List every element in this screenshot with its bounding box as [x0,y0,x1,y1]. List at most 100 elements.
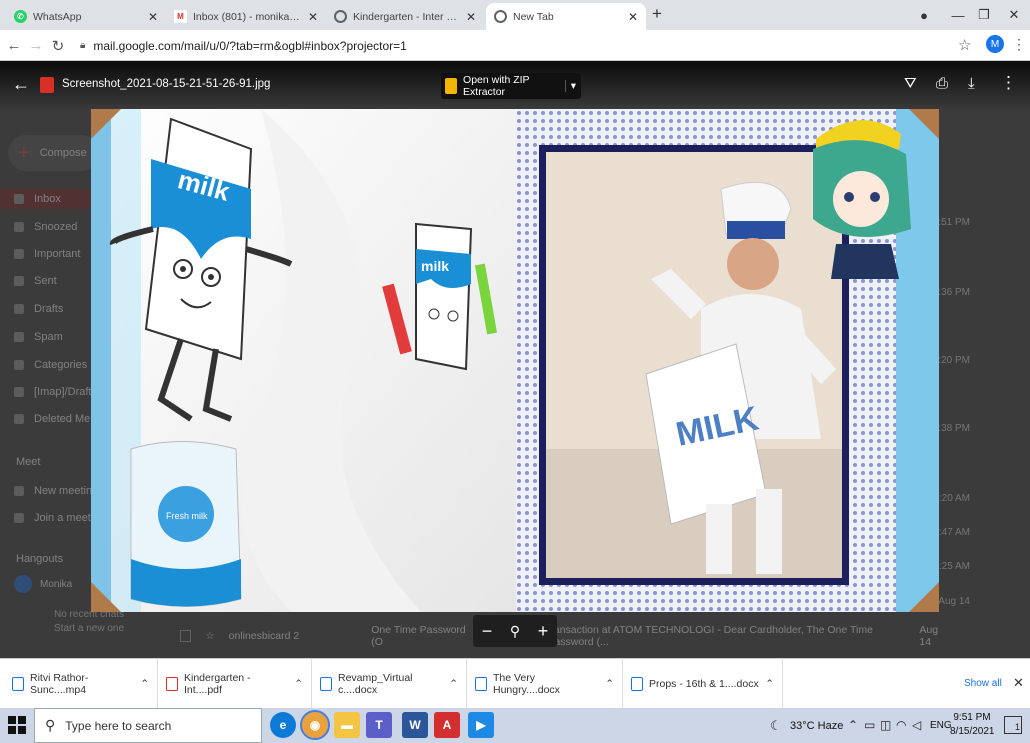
url-text: mail.google.com/mail/u/0/?tab=rm&ogbl#in… [93,38,407,53]
docx-file-icon [475,677,487,691]
tab-new-tab[interactable]: New Tab ✕ [486,3,646,30]
download-item[interactable]: Kindergarten - Int....pdf ⌃ [158,659,312,709]
lock-icon: 🔒︎ [80,40,86,51]
folder-inbox[interactable]: Inbox [14,189,61,209]
docx-file-icon [631,677,643,691]
weather-moon-icon: ☾ [770,718,782,733]
chevron-up-icon[interactable]: ⌃ [605,678,614,690]
language-indicator[interactable]: ENG [930,720,952,731]
folder-label: Snoozed [34,221,78,233]
profile-avatar[interactable]: M [986,35,1004,53]
profile-menu-icon[interactable]: ● [906,0,942,30]
search-icon: ⚲ [45,717,56,733]
menu-kebab-icon[interactable]: ⋮ [1012,36,1026,53]
folder-imap-drafts[interactable]: [Imap]/Drafts [14,382,97,402]
chevron-up-icon[interactable]: ⌃ [449,678,458,690]
edge-icon[interactable]: e [270,712,296,738]
hangouts-user[interactable]: Monika [14,575,72,593]
chevron-up-icon[interactable]: ⌃ [765,678,774,690]
checkbox[interactable] [180,630,192,642]
volume-icon[interactable]: ◁ [912,718,921,732]
close-tab-icon[interactable]: ✕ [308,10,318,24]
folder-label: Deleted Me [34,413,91,425]
reload-icon[interactable]: ↻ [46,30,70,61]
folder-snoozed[interactable]: Snoozed [14,217,77,237]
windows-taskbar: ⚲ Type here to search e ◉ ▬ T W A ▶ ☾ 33… [0,708,1030,743]
chrome-icon[interactable]: ◉ [300,710,330,740]
tab-kindergarten[interactable]: Kindergarten - Inter School Event ✕ [326,3,484,30]
window-close-icon[interactable]: ✕ [996,0,1030,30]
notification-center-icon[interactable]: 1 [1004,716,1022,734]
folder-categories[interactable]: Categories [14,355,87,375]
media-player-icon[interactable]: ▶ [468,712,494,738]
acrobat-icon[interactable]: A [434,712,460,738]
tab-whatsapp[interactable]: ✆ WhatsApp ✕ [6,3,166,30]
mail-row[interactable]: ☆ onlinesbicard 2 One Time Password (O t… [180,623,1020,649]
folder-important[interactable]: Important [14,244,80,264]
chevron-up-icon[interactable]: ⌃ [294,678,303,690]
folder-spam[interactable]: Spam [14,327,63,347]
viewer-header: ← Screenshot_2021-08-15-21-51-26-91.jpg … [0,61,1030,111]
folder-label: [Imap]/Drafts [34,386,97,398]
download-item[interactable]: Revamp_Virtual c....docx ⌃ [312,659,467,709]
chevron-up-icon[interactable]: ⌃ [140,678,149,690]
back-arrow-icon[interactable]: ← [12,74,30,95]
weather-text[interactable]: 33°C Haze [790,720,843,732]
word-icon[interactable]: W [402,712,428,738]
wifi-icon[interactable]: ◠ [896,718,906,732]
taskbar-search[interactable]: ⚲ Type here to search [34,708,262,743]
print-icon[interactable]: ⎙ [936,75,948,92]
zoom-in-button[interactable]: + [538,621,549,642]
battery-icon[interactable]: ▭ [864,718,875,732]
zoom-icon[interactable]: ⚲ [510,623,520,640]
folder-sent[interactable]: Sent [14,271,57,291]
chrome-icon [494,10,507,23]
video-file-icon [12,677,24,691]
start-new-chat[interactable]: Start a new one [54,623,124,634]
file-explorer-icon[interactable]: ▬ [334,712,360,738]
compose-button[interactable]: + Compose [8,135,100,171]
address-bar: ← → ↻ 🔒︎ mail.google.com/mail/u/0/?tab=r… [0,30,1030,61]
milk-collage: milk milk Fresh milk MILK [91,109,939,612]
carton-label: milk [421,258,449,274]
star-icon[interactable]: ☆ [205,630,214,642]
folder-drafts[interactable]: Drafts [14,299,63,319]
chevron-down-icon[interactable]: ▾ [564,80,581,92]
add-to-drive-icon[interactable]: ⛛ [904,75,917,92]
open-with-label: Open with ZIP Extractor [463,74,530,98]
new-meeting[interactable]: New meeting [14,481,98,501]
new-tab-plus-icon[interactable]: + [652,4,662,24]
download-item[interactable]: The Very Hungry....docx ⌃ [467,659,623,709]
tray-chevron-icon[interactable]: ⌃ [848,718,858,732]
folder-deleted[interactable]: Deleted Me [14,409,90,429]
download-item[interactable]: Props - 16th & 1....docx ⌃ [623,659,783,709]
avatar [14,575,32,593]
mail-date: Aug 14 [919,624,939,648]
hangouts-header: Hangouts [16,553,64,565]
omnibox[interactable]: 🔒︎ mail.google.com/mail/u/0/?tab=rm&ogbl… [72,34,992,57]
pack-label: Fresh milk [166,511,208,521]
download-item[interactable]: Ritvi Rathor-Sunc....mp4 ⌃ [4,659,158,709]
forward-icon[interactable]: → [24,30,48,61]
close-downloads-icon[interactable]: ✕ [1013,675,1024,691]
more-options-icon[interactable]: ⋮ [1000,73,1017,93]
download-icon[interactable]: ⤓ [968,75,975,92]
close-tab-icon[interactable]: ✕ [148,10,158,24]
close-tab-icon[interactable]: ✕ [628,10,638,24]
windows-start-icon[interactable] [8,716,26,734]
tab-title: Inbox (801) - monikasarna83@g [193,10,302,23]
meet-label: New meeting [34,485,99,497]
teams-icon[interactable]: T [366,712,392,738]
clock[interactable]: 9:51 PM 8/15/2021 [950,711,995,739]
back-icon[interactable]: ← [2,30,26,61]
close-tab-icon[interactable]: ✕ [466,10,476,24]
zoom-controls: − ⚲ + [473,615,557,647]
show-all-link[interactable]: Show all [964,678,1002,689]
meet-header: Meet [16,456,41,468]
bookmark-star-icon[interactable]: ☆ [958,36,971,54]
network-icon[interactable]: ◫ [880,718,891,732]
zoom-out-button[interactable]: − [482,621,493,642]
open-with-button[interactable]: Open with ZIP Extractor ▾ [441,73,581,99]
attachment-image: milk milk Fresh milk MILK [91,109,939,612]
tab-gmail[interactable]: M Inbox (801) - monikasarna83@g ✕ [166,3,326,30]
